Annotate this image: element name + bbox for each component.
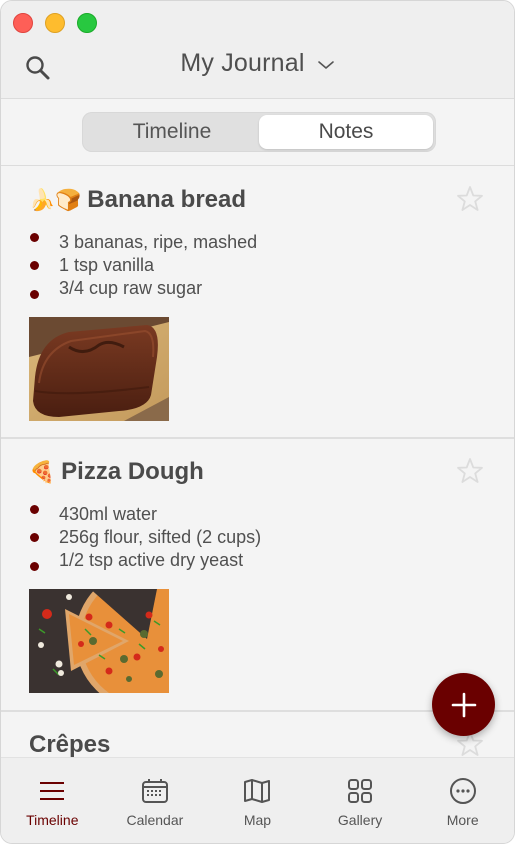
notes-list: 🍌🍞 Banana bread 3 bananas, ripe, mashed … [1, 167, 514, 757]
tab-label: Map [243, 812, 272, 828]
tab-label: Calendar [126, 812, 184, 828]
note-card[interactable]: 🍕 Pizza Dough 430ml water 256g flour, si… [1, 439, 514, 712]
tab-calendar[interactable]: Calendar [104, 758, 207, 843]
segment-notes[interactable]: Notes [259, 115, 433, 149]
map-icon [242, 777, 272, 805]
note-title: Crêpes [29, 731, 111, 757]
page-title: My Journal [180, 49, 305, 77]
grid-icon [345, 777, 375, 805]
tab-bar: Timeline Calendar Map Gallery More [1, 757, 514, 843]
bullet-icon [30, 233, 39, 242]
view-switcher-area: Timeline Notes [1, 99, 514, 166]
tab-label: Gallery [337, 812, 383, 828]
chevron-down-icon [317, 59, 335, 71]
ingredient-text: 3/4 cup raw sugar [59, 278, 203, 298]
bullet-icon [30, 261, 39, 270]
tab-label: More [446, 812, 479, 828]
banana-bread-photo[interactable] [29, 317, 169, 421]
tab-gallery[interactable]: Gallery [309, 758, 412, 843]
star-icon[interactable] [456, 185, 484, 213]
ingredient-item: 1/2 tsp active dry yeast [29, 549, 486, 572]
segmented-control: Timeline Notes [82, 112, 436, 152]
tab-label: Timeline [26, 812, 79, 828]
bullet-icon [30, 505, 39, 514]
note-emoji: 🍕 [29, 460, 56, 484]
segment-timeline[interactable]: Timeline [85, 115, 259, 149]
window-controls [13, 13, 97, 33]
note-title: Pizza Dough [61, 458, 204, 485]
ingredient-text: 1 tsp vanilla [59, 255, 155, 275]
note-card[interactable]: 🍌🍞 Banana bread 3 bananas, ripe, mashed … [1, 167, 514, 439]
ingredient-item: 1 tsp vanilla [29, 254, 486, 277]
ingredient-text: 256g flour, sifted (2 cups) [59, 527, 262, 547]
pizza-photo[interactable] [29, 589, 169, 693]
more-icon [448, 777, 478, 805]
calendar-icon [140, 777, 170, 805]
title-bar: My Journal [1, 1, 514, 99]
ingredient-item: 3/4 cup raw sugar [29, 277, 486, 300]
bullet-icon [30, 562, 39, 571]
note-title: Banana bread [87, 186, 247, 213]
note-header: 🍌🍞 Banana bread [29, 183, 486, 217]
ingredient-text: 1/2 tsp active dry yeast [59, 550, 244, 570]
bullet-icon [30, 290, 39, 299]
bullet-icon [30, 533, 39, 542]
app-window: My Journal Timeline Notes 🍌🍞 Banana brea… [0, 0, 515, 844]
star-icon[interactable] [456, 457, 484, 485]
plus-icon [451, 692, 476, 717]
minimize-window-button[interactable] [45, 13, 65, 33]
note-emoji: 🍌🍞 [29, 188, 82, 212]
ingredient-text: 3 bananas, ripe, mashed [59, 232, 258, 252]
tab-timeline[interactable]: Timeline [1, 758, 104, 843]
ingredient-text: 430ml water [59, 504, 158, 524]
tab-more[interactable]: More [411, 758, 514, 843]
ingredient-item: 430ml water [29, 503, 486, 526]
ingredient-list: 3 bananas, ripe, mashed 1 tsp vanilla 3/… [29, 231, 486, 300]
ingredient-item: 3 bananas, ripe, mashed [29, 231, 486, 254]
note-header: Crêpes [29, 728, 486, 757]
journal-selector[interactable]: My Journal [1, 49, 514, 78]
close-window-button[interactable] [13, 13, 33, 33]
add-note-button[interactable] [432, 673, 495, 736]
note-header: 🍕 Pizza Dough [29, 455, 486, 489]
ingredient-item: 256g flour, sifted (2 cups) [29, 526, 486, 549]
maximize-window-button[interactable] [77, 13, 97, 33]
ingredient-list: 430ml water 256g flour, sifted (2 cups) … [29, 503, 486, 572]
tab-map[interactable]: Map [206, 758, 309, 843]
list-icon [37, 777, 67, 805]
